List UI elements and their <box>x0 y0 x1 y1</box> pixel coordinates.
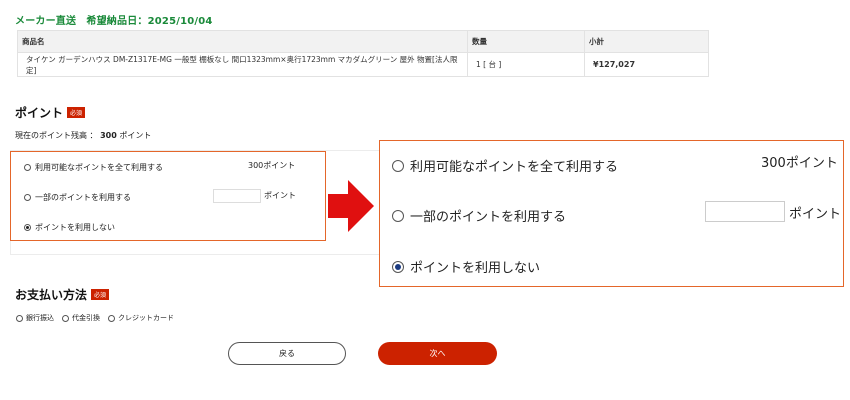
column-header-subtotal: 小計 <box>584 30 709 53</box>
product-name-cell: タイケン ガーデンハウス DM-Z1317E-MG 一般型 棚板なし 間口132… <box>17 52 468 77</box>
partial-points-unit: ポイント <box>789 207 842 222</box>
option-label: 一部のポイントを利用する <box>410 210 567 225</box>
radio-selected-icon[interactable] <box>24 224 31 231</box>
all-points-value: 300ポイント <box>761 156 838 171</box>
radio-unselected-icon[interactable] <box>392 209 404 222</box>
column-header-quantity: 数量 <box>467 30 585 53</box>
subtotal-cell: ¥127,027 <box>584 52 709 77</box>
option-label: ポイントを利用しない <box>35 223 115 232</box>
all-points-value-small: 300ポイント <box>248 161 296 170</box>
radio-unselected-icon[interactable] <box>392 159 404 172</box>
balance-value: 300 <box>100 131 117 140</box>
points-option-all[interactable]: 利用可能なポイントを全て利用する <box>392 156 618 175</box>
table-row: タイケン ガーデンハウス DM-Z1317E-MG 一般型 棚板なし 間口132… <box>17 52 709 77</box>
option-label: ポイントを利用しない <box>410 261 541 276</box>
column-header-product: 商品名 <box>17 30 468 53</box>
points-option-partial[interactable]: 一部のポイントを利用する <box>392 206 566 225</box>
points-balance: 現在のポイント残高 ： 300 ポイント <box>15 130 151 141</box>
order-table: 商品名 数量 小計 タイケン ガーデンハウス DM-Z1317E-MG 一般型 … <box>17 30 709 77</box>
points-option-all-small[interactable]: 利用可能なポイントを全て利用する <box>24 162 163 173</box>
right-arrow-icon <box>328 180 374 232</box>
next-button[interactable]: 次へ <box>378 342 497 365</box>
points-section-title: ポイント 必須 <box>15 104 86 121</box>
radio-unselected-icon[interactable] <box>24 164 31 171</box>
points-required-badge: 必須 <box>67 107 86 118</box>
delivery-info: メーカー直送 希望納品日：2025/10/04 <box>15 16 213 27</box>
quantity-cell: 1 [ 台 ] <box>467 52 585 77</box>
partial-points-unit-small: ポイント <box>264 191 296 200</box>
balance-label: 現在のポイント残高 ： <box>15 131 98 140</box>
option-label: 一部のポイントを利用する <box>35 193 131 202</box>
table-header-row: 商品名 数量 小計 <box>17 30 709 53</box>
payment-required-badge: 必須 <box>91 289 110 300</box>
payment-options: 銀行振込 代金引換 クレジットカード <box>16 313 182 323</box>
payment-option-cod[interactable]: 代金引換 <box>72 313 100 323</box>
payment-option-credit-card[interactable]: クレジットカード <box>118 313 174 323</box>
radio-unselected-icon[interactable] <box>108 314 115 322</box>
partial-points-input[interactable] <box>705 201 785 222</box>
back-button[interactable]: 戻る <box>228 342 346 365</box>
radio-unselected-icon[interactable] <box>24 194 31 201</box>
option-label: 利用可能なポイントを全て利用する <box>410 160 619 175</box>
payment-section-title: お支払い方法 必須 <box>15 286 110 303</box>
radio-selected-icon[interactable] <box>392 260 404 273</box>
option-label: 利用可能なポイントを全て利用する <box>35 163 163 172</box>
payment-title-text: お支払い方法 <box>15 288 88 302</box>
points-title-text: ポイント <box>15 106 64 120</box>
points-option-none-small[interactable]: ポイントを利用しない <box>24 222 115 233</box>
partial-points-input-small[interactable] <box>213 189 261 203</box>
points-option-partial-small[interactable]: 一部のポイントを利用する <box>24 192 131 203</box>
radio-unselected-icon[interactable] <box>16 314 23 322</box>
payment-option-bank-transfer[interactable]: 銀行振込 <box>26 313 54 323</box>
points-option-none[interactable]: ポイントを利用しない <box>392 257 540 276</box>
radio-unselected-icon[interactable] <box>62 314 69 322</box>
balance-unit: ポイント <box>119 131 152 140</box>
